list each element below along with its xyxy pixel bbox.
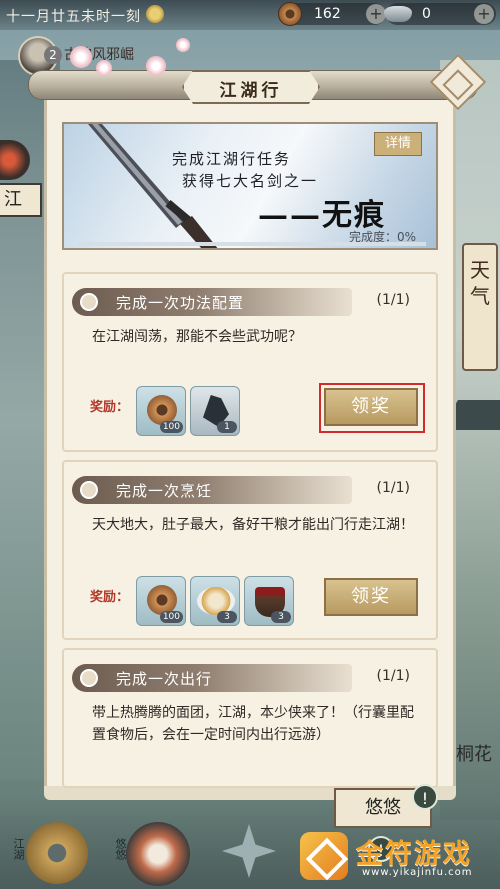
reward-list: 100 1 (136, 386, 256, 438)
notice-badge: 2 (44, 46, 62, 64)
reward-quantity: 1 (217, 421, 237, 433)
banner-line-1: 完成江湖行任务 (172, 150, 292, 168)
task-title: 完成一次出行 (116, 670, 213, 688)
add-coin-button[interactable]: + (366, 4, 386, 24)
blossom-decoration (146, 56, 166, 76)
flower-icon (80, 293, 98, 311)
completion-track (78, 242, 426, 246)
reward-item[interactable]: 100 (136, 386, 186, 436)
add-ingot-button[interactable]: + (474, 4, 494, 24)
blossom-decoration (70, 46, 92, 68)
silver-ingot-icon (384, 6, 412, 22)
task-progress: (1/1) (376, 480, 410, 496)
reward-item[interactable]: 3 (244, 576, 294, 626)
dock-label-youyou: 悠悠 (114, 838, 127, 860)
coin-value: 162 (314, 6, 341, 22)
youyou-dock-icon[interactable] (126, 822, 190, 886)
task-header: 完成一次烹饪 (72, 476, 352, 504)
task-title: 完成一次烹饪 (116, 482, 213, 500)
watermark-name: 金符游戏 (356, 839, 472, 870)
alert-icon[interactable]: ! (412, 784, 438, 810)
flower-icon (80, 669, 98, 687)
reward-quantity: 100 (159, 421, 183, 433)
reward-banner: 完成江湖行任务 获得七大名剑之一 ——无痕 详情 完成度：0% (62, 122, 438, 250)
reward-quantity: 100 (159, 611, 183, 623)
jianghu-dock-icon[interactable] (26, 822, 88, 884)
task-progress: (1/1) (376, 292, 410, 308)
reward-item[interactable]: 1 (190, 386, 240, 436)
weather-tab-label: 天气 (470, 258, 490, 308)
flower-label[interactable]: 桐花 (452, 740, 496, 766)
flower-icon (80, 481, 98, 499)
watermark: 金符游戏 www.yikajinfu.com (300, 832, 496, 886)
weather-tab[interactable]: 天气 (462, 243, 498, 371)
side-tab-jianghu[interactable]: 江 (0, 183, 42, 217)
copper-coin-icon (278, 2, 302, 26)
watermark-logo-icon (300, 832, 348, 880)
reward-item[interactable]: 3 (190, 576, 240, 626)
game-date: 十一月廿五未时一刻 (6, 9, 141, 25)
claim-reward-button[interactable]: 领奖 (324, 578, 418, 616)
task-card: 完成一次功法配置 (1/1) 在江湖闯荡，那能不会些武功呢？ 奖励： 100 1… (62, 272, 438, 452)
ingot-counter: 0 + (384, 3, 496, 25)
blossom-decoration (96, 60, 112, 76)
coin-counter: 162 + (278, 2, 386, 26)
task-card: 完成一次出行 (1/1) 带上热腾腾的面团，江湖，本少侠来了！（行囊里配置食物后… (62, 648, 438, 788)
panel-title: 江湖行 (219, 81, 283, 101)
task-description: 带上热腾腾的面团，江湖，本少侠来了！（行囊里配置食物后，会在一定时间内出行远游） (92, 705, 414, 743)
reward-label: 奖励： (90, 590, 130, 605)
task-header: 完成一次功法配置 (72, 288, 352, 316)
ingot-value: 0 (422, 6, 431, 22)
task-progress: (1/1) (376, 668, 410, 684)
reward-list: 100 3 3 (136, 576, 306, 628)
sun-icon (146, 5, 164, 23)
reward-item[interactable]: 100 (136, 576, 186, 626)
task-header: 完成一次出行 (72, 664, 352, 692)
task-title: 完成一次功法配置 (116, 294, 245, 312)
reward-quantity: 3 (217, 611, 237, 623)
reward-label: 奖励： (90, 400, 130, 415)
task-description: 在江湖闯荡，那能不会些武功呢？ (92, 329, 302, 345)
banner-line-2: 获得七大名剑之一 (182, 172, 319, 190)
reward-quantity: 3 (271, 611, 291, 623)
status-bar: 十一月廿五未时一刻 162 + 0 + (0, 0, 500, 30)
dock-label-jianghu: 江湖 (12, 838, 25, 860)
task-card: 完成一次烹饪 (1/1) 天大地大，肚子最大，备好干粮才能出门行走江湖！ 奖励：… (62, 460, 438, 640)
task-description: 天大地大，肚子最大，备好干粮才能出门行走江湖！ (92, 517, 414, 533)
detail-button[interactable]: 详情 (374, 132, 422, 156)
watermark-url: www.yikajinfu.com (362, 867, 473, 878)
highlight-frame (319, 383, 425, 433)
blossom-decoration (176, 38, 190, 52)
